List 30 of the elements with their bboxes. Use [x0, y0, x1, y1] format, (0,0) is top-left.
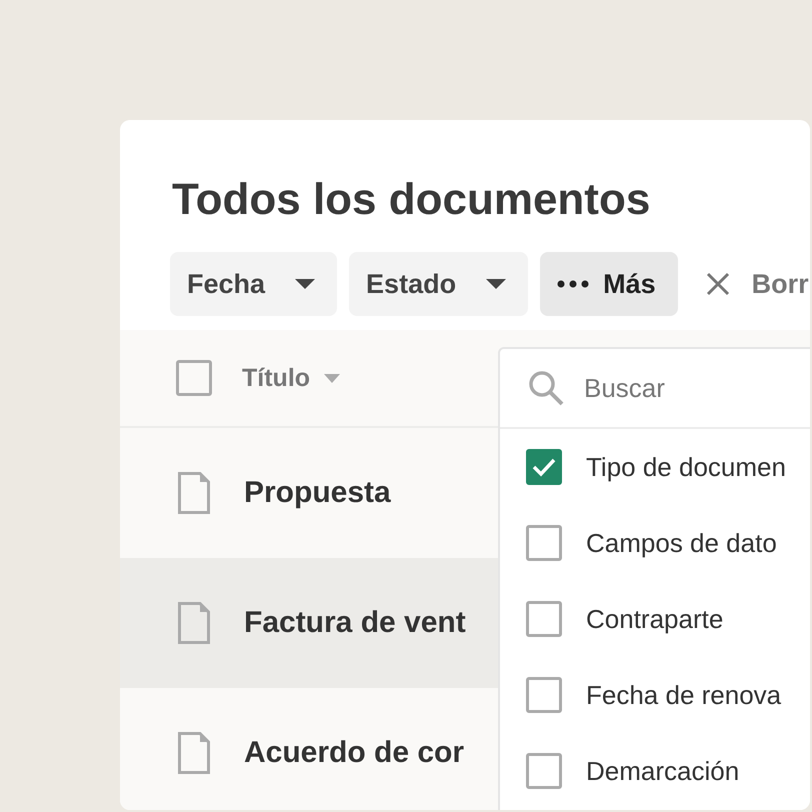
- document-title: Propuesta: [244, 476, 391, 510]
- filter-dropdown[interactable]: Fecha: [170, 252, 338, 316]
- sort-icon: [324, 374, 340, 382]
- document-title: Acuerdo de cor: [244, 736, 464, 770]
- document-icon: [178, 602, 210, 644]
- option-label[interactable]: Demarcación: [586, 756, 740, 786]
- checkbox[interactable]: [526, 449, 562, 485]
- search-field[interactable]: Buscar: [584, 372, 784, 404]
- document-icon: [178, 732, 210, 774]
- page-title: Todos los documentos: [171, 174, 652, 226]
- clear-button[interactable]: Borr: [690, 268, 809, 300]
- checkbox[interactable]: [526, 677, 562, 713]
- close-icon: [706, 272, 730, 296]
- checkbox[interactable]: [526, 525, 562, 561]
- option-label[interactable]: Campos de dato: [586, 528, 777, 558]
- option-label[interactable]: Contraparte: [586, 604, 724, 634]
- document-title: Factura de vent: [244, 606, 466, 640]
- column-header[interactable]: Título: [242, 364, 310, 392]
- checkbox[interactable]: [526, 601, 562, 637]
- more-icon: [557, 280, 590, 288]
- checkbox[interactable]: [176, 360, 212, 396]
- filter-dropdown[interactable]: Estado: [349, 252, 528, 316]
- checkmark-icon: [532, 457, 556, 477]
- option-label[interactable]: Tipo de documen: [586, 452, 786, 482]
- document-icon: [178, 472, 210, 514]
- more-button[interactable]: Más: [540, 252, 678, 316]
- search-icon: [528, 370, 564, 406]
- checkbox[interactable]: [526, 753, 562, 789]
- caret-icon: [486, 279, 506, 289]
- caret-icon: [295, 279, 316, 289]
